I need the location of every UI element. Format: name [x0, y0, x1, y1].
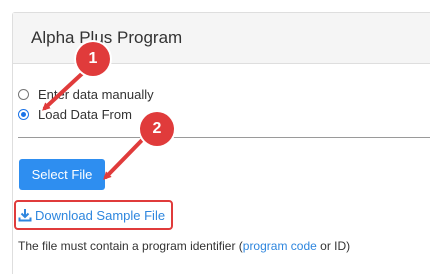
- program-panel: Alpha Plus Program: [12, 12, 430, 274]
- file-requirement-note: The file must contain a program identifi…: [18, 239, 350, 253]
- panel-title: Alpha Plus Program: [31, 28, 183, 47]
- download-sample-label: Download Sample File: [35, 207, 166, 223]
- download-icon: [18, 209, 32, 222]
- select-file-button[interactable]: Select File: [19, 159, 105, 190]
- note-text-after: or ID): [316, 239, 351, 253]
- radio-enter-manually[interactable]: [18, 88, 29, 100]
- download-sample-link[interactable]: Download Sample File: [14, 200, 174, 230]
- annotation-badge-1: 1: [76, 42, 110, 76]
- annotation-badge-2: 2: [140, 112, 174, 146]
- divider: [18, 137, 430, 138]
- program-code-link[interactable]: program code: [243, 239, 317, 253]
- option-label: Load Data From: [38, 106, 132, 122]
- note-text-before: The file must contain a program identifi…: [18, 239, 243, 253]
- radio-load-data[interactable]: [18, 108, 29, 120]
- option-label: Enter data manually: [38, 86, 154, 102]
- option-load-data[interactable]: Load Data From: [18, 106, 132, 122]
- option-enter-manually[interactable]: Enter data manually: [18, 86, 154, 102]
